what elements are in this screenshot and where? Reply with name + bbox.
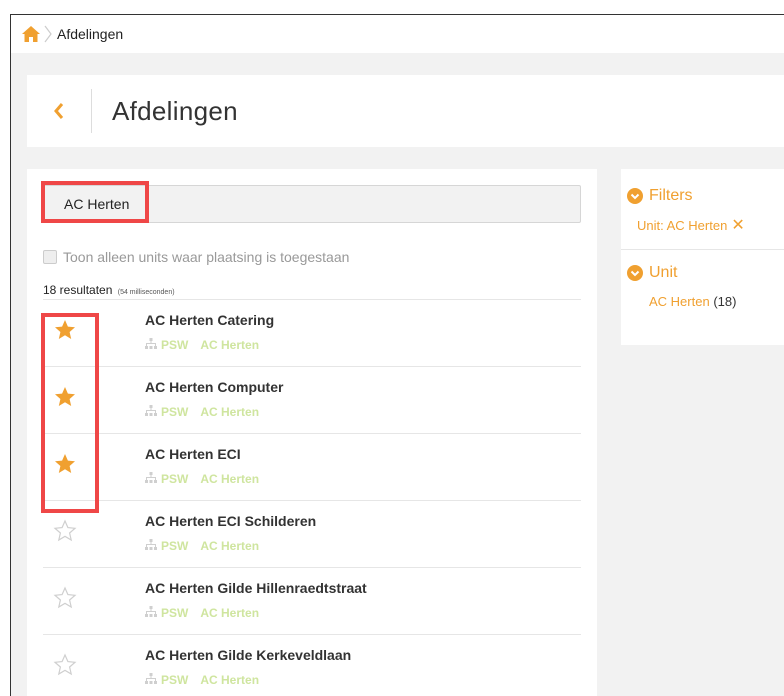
star-outline-icon[interactable] <box>53 653 77 677</box>
results-panel: Toon alleen units waar plaatsing is toeg… <box>27 169 597 696</box>
item-unit: AC Herten <box>200 338 260 352</box>
org-tree-icon <box>145 606 161 620</box>
unit-heading: Unit <box>649 264 678 281</box>
list-item[interactable]: AC Herten Computer PSW AC Herten <box>43 366 581 433</box>
filters-heading: Filters <box>649 187 693 204</box>
sidebar-divider <box>621 249 784 250</box>
active-filter-chip: Unit: AC Herten ✕ <box>621 215 784 235</box>
list-item[interactable]: AC Herten Gilde Hillenraedtstraat PSW AC H… <box>43 567 581 634</box>
star-outline-icon[interactable] <box>53 586 77 610</box>
item-unit: AC Herten <box>200 405 260 419</box>
item-meta: PSW AC Herten <box>145 472 259 486</box>
placement-checkbox[interactable] <box>43 250 57 264</box>
item-org: PSW <box>161 405 189 419</box>
unit-facet-ac-herten[interactable]: AC Herten (18) <box>621 294 784 309</box>
results-count: 18 resultaten (54 milliseconden) <box>43 283 175 297</box>
org-tree-icon <box>145 539 161 553</box>
list-item[interactable]: AC Herten ECI PSW AC Herten <box>43 433 581 500</box>
list-item[interactable]: AC Herten Catering PSW AC Herten <box>43 299 581 366</box>
unit-facet-name: AC Herten <box>649 294 710 309</box>
breadcrumb: Afdelingen <box>11 15 784 53</box>
results-list: AC Herten Catering PSW AC Herten AC Herten … <box>43 299 581 696</box>
item-title[interactable]: AC Herten ECI <box>145 446 241 462</box>
item-title[interactable]: AC Herten Gilde Kerkeveldlaan <box>145 647 351 663</box>
org-tree-icon <box>145 472 161 486</box>
item-meta: PSW AC Herten <box>145 606 259 620</box>
star-filled-icon[interactable] <box>53 385 77 409</box>
item-title[interactable]: AC Herten ECI Schilderen <box>145 513 316 529</box>
unit-section-toggle[interactable]: Unit <box>621 264 784 282</box>
org-tree-icon <box>145 338 161 352</box>
org-tree-icon <box>145 405 161 419</box>
page-header: Afdelingen <box>27 75 784 147</box>
item-meta: PSW AC Herten <box>145 338 259 352</box>
remove-filter-icon[interactable]: ✕ <box>731 215 744 235</box>
results-time: (54 milliseconden) <box>117 289 175 296</box>
list-item[interactable]: AC Herten Gilde Kerkeveldlaan PSW AC Herte… <box>43 634 581 696</box>
item-org: PSW <box>161 472 189 486</box>
item-meta: PSW AC Herten <box>145 673 259 687</box>
chevron-left-icon <box>54 103 64 119</box>
star-filled-icon[interactable] <box>53 452 77 476</box>
active-filter-label: Unit: AC Herten <box>637 217 728 233</box>
star-outline-icon[interactable] <box>53 519 77 543</box>
chevron-right-icon <box>43 24 53 44</box>
breadcrumb-current[interactable]: Afdelingen <box>57 26 123 42</box>
placement-filter-option[interactable]: Toon alleen units waar plaatsing is toeg… <box>43 249 349 265</box>
header-divider <box>91 89 92 133</box>
chevron-circle-down-icon <box>627 265 643 281</box>
item-title[interactable]: AC Herten Gilde Hillenraedtstraat <box>145 580 367 596</box>
item-unit: AC Herten <box>200 606 260 620</box>
item-meta: PSW AC Herten <box>145 539 259 553</box>
item-meta: PSW AC Herten <box>145 405 259 419</box>
filter-sidebar: Filters Unit: AC Herten ✕ Unit AC Herten… <box>621 169 784 345</box>
back-button[interactable] <box>27 75 91 147</box>
item-title[interactable]: AC Herten Computer <box>145 379 283 395</box>
search-input[interactable] <box>43 185 581 223</box>
item-org: PSW <box>161 338 189 352</box>
item-unit: AC Herten <box>200 472 260 486</box>
item-org: PSW <box>161 539 189 553</box>
placement-checkbox-label: Toon alleen units waar plaatsing is toeg… <box>63 249 350 265</box>
page-title: Afdelingen <box>112 95 238 126</box>
unit-facet-count: (18) <box>713 294 737 309</box>
item-org: PSW <box>161 673 189 687</box>
org-tree-icon <box>145 673 161 687</box>
item-title[interactable]: AC Herten Catering <box>145 312 274 328</box>
item-org: PSW <box>161 606 189 620</box>
chevron-circle-down-icon <box>627 188 643 204</box>
filters-section-toggle[interactable]: Filters <box>621 187 784 205</box>
app-frame: Afdelingen Afdelingen Toon alleen units … <box>10 14 784 696</box>
item-unit: AC Herten <box>200 539 260 553</box>
item-unit: AC Herten <box>200 673 260 687</box>
home-icon[interactable] <box>21 25 41 43</box>
star-filled-icon[interactable] <box>53 318 77 342</box>
list-item[interactable]: AC Herten ECI Schilderen PSW AC Herten <box>43 500 581 567</box>
results-count-label: 18 resultaten <box>43 283 113 297</box>
